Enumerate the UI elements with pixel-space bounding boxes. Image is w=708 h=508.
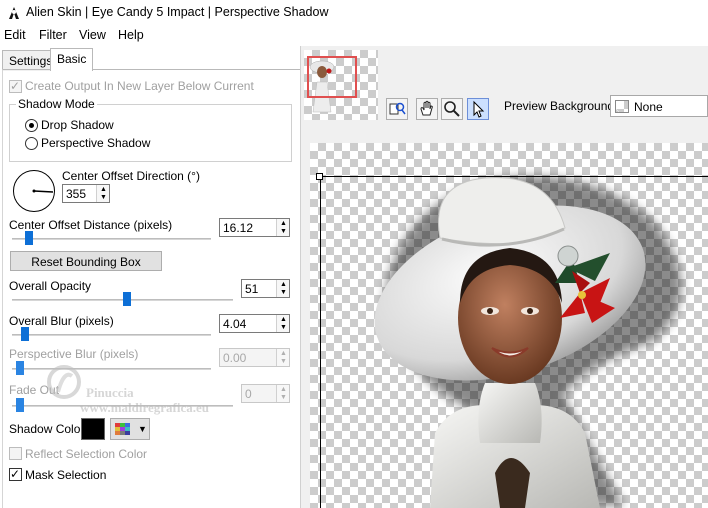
zoom-tool-button[interactable] (441, 98, 463, 120)
spinner-arrows[interactable]: ▲ ▼ (276, 280, 289, 297)
alien-skin-logo-icon (9, 7, 19, 19)
menu-edit[interactable]: Edit (4, 28, 26, 42)
shadow-mode-group (9, 104, 292, 162)
zoom-hand-tool-button[interactable] (386, 98, 408, 120)
color-palette-button[interactable]: ▼ (110, 418, 150, 440)
hand-zoom-icon (389, 102, 406, 115)
checkmark-icon: ✓ (10, 79, 21, 93)
radio-dot-icon (29, 123, 34, 128)
magnifier-icon (444, 101, 460, 117)
spinner-arrows[interactable]: ▲ ▼ (276, 385, 289, 402)
menu-view[interactable]: View (79, 28, 106, 42)
blur-value: 4.04 (223, 317, 247, 331)
opacity-spinner[interactable]: 51 ▲ ▼ (241, 279, 290, 298)
shadow-color-label: Shadow Color (9, 422, 85, 436)
distance-value: 16.12 (223, 221, 254, 235)
perspective-blur-value: 0.00 (223, 351, 247, 365)
blur-slider-track[interactable] (12, 334, 211, 336)
spinner-arrows[interactable]: ▲ ▼ (276, 219, 289, 236)
spinner-arrows[interactable]: ▲ ▼ (276, 349, 289, 366)
mask-selection-checkbox[interactable]: ✓ (9, 467, 22, 481)
create-output-checkbox[interactable]: ✓ (9, 79, 22, 93)
mask-selection-label: Mask Selection (25, 468, 107, 482)
fade-out-value: 0 (245, 387, 252, 401)
distance-slider-track[interactable] (12, 238, 211, 240)
distance-label: Center Offset Distance (pixels) (9, 218, 173, 232)
fade-out-slider-thumb[interactable] (16, 398, 24, 412)
direction-label: Center Offset Direction (°) (62, 169, 200, 183)
distance-spinner[interactable]: 16.12 ▲ ▼ (219, 218, 290, 237)
perspective-blur-slider-track[interactable] (12, 368, 211, 370)
hand-icon (420, 100, 433, 116)
fade-out-spinner[interactable]: 0 ▲ ▼ (241, 384, 290, 403)
navigator-viewport-rect[interactable] (307, 56, 357, 98)
blur-spinner[interactable]: 4.04 ▲ ▼ (219, 314, 290, 333)
preview-image (374, 176, 682, 508)
down-arrow-icon: ▼ (280, 324, 287, 331)
opacity-slider-thumb[interactable] (123, 292, 131, 306)
up-arrow-icon: ▲ (280, 350, 287, 357)
palette-grid-icon (115, 423, 130, 436)
down-arrow-icon: ▼ (280, 358, 287, 365)
title-bar: Alien Skin | Eye Candy 5 Impact | Perspe… (0, 0, 708, 26)
preview-background-select[interactable]: None (610, 95, 708, 117)
create-output-label: Create Output In New Layer Below Current (25, 79, 254, 93)
preview-background-value: None (634, 100, 663, 114)
perspective-blur-spinner[interactable]: 0.00 ▲ ▼ (219, 348, 290, 367)
preview-canvas[interactable] (310, 143, 708, 508)
watermark-logo-icon (47, 365, 81, 399)
spinner-arrows[interactable]: ▲ ▼ (96, 185, 109, 202)
perspective-shadow-label: Perspective Shadow (41, 136, 151, 150)
bounding-box-left (320, 176, 321, 508)
reflect-selection-checkbox[interactable] (9, 447, 22, 460)
perspective-blur-label: Perspective Blur (pixels) (9, 347, 139, 361)
watermark-name: Pinuccia (86, 385, 134, 400)
down-arrow-icon: ▼ (280, 228, 287, 235)
arrow-pointer-icon (473, 100, 485, 118)
hand-tool-button[interactable] (416, 98, 438, 120)
bounding-box-handle[interactable] (316, 173, 323, 180)
checkmark-icon: ✓ (10, 467, 21, 481)
up-arrow-icon: ▲ (280, 281, 287, 288)
up-arrow-icon: ▲ (280, 220, 287, 227)
drop-shadow-label: Drop Shadow (41, 118, 114, 132)
menu-filter[interactable]: Filter (39, 28, 67, 42)
opacity-label: Overall Opacity (9, 279, 92, 293)
down-arrow-icon: ▼ (100, 194, 107, 201)
spinner-arrows[interactable]: ▲ ▼ (276, 315, 289, 332)
direction-spinner[interactable]: 355 ▲ ▼ (62, 184, 110, 203)
shadow-color-swatch[interactable] (81, 418, 105, 440)
menu-help[interactable]: Help (118, 28, 144, 42)
reflect-selection-label: Reflect Selection Color (25, 447, 148, 461)
caret-down-icon: ▼ (138, 424, 147, 434)
tab-basic[interactable]: Basic (50, 48, 94, 71)
dial-needle-icon (32, 189, 54, 193)
blur-label: Overall Blur (pixels) (9, 314, 114, 328)
opacity-value: 51 (245, 282, 259, 296)
window-title: Alien Skin | Eye Candy 5 Impact | Perspe… (26, 5, 329, 19)
perspective-blur-slider-thumb[interactable] (16, 361, 24, 375)
down-arrow-icon: ▼ (280, 289, 287, 296)
shadow-mode-label: Shadow Mode (16, 97, 97, 111)
up-arrow-icon: ▲ (100, 186, 107, 193)
perspective-shadow-radio[interactable] (25, 137, 38, 150)
menu-bar: Edit Filter View Help (0, 26, 708, 46)
preview-background-label: Preview Background: (504, 99, 618, 113)
watermark-url: www.maldiregrafica.eu (80, 400, 210, 415)
up-arrow-icon: ▲ (280, 316, 287, 323)
direction-dial[interactable] (13, 170, 55, 212)
drop-shadow-radio[interactable] (25, 119, 38, 132)
direction-value: 355 (66, 187, 87, 201)
transparent-swatch-icon (615, 100, 629, 113)
pointer-tool-button[interactable] (467, 98, 489, 120)
reset-bounding-box-button[interactable]: Reset Bounding Box (10, 251, 162, 271)
blur-slider-thumb[interactable] (21, 327, 29, 341)
up-arrow-icon: ▲ (280, 386, 287, 393)
bounding-box-top (320, 176, 708, 177)
down-arrow-icon: ▼ (280, 394, 287, 401)
distance-slider-thumb[interactable] (25, 231, 33, 245)
